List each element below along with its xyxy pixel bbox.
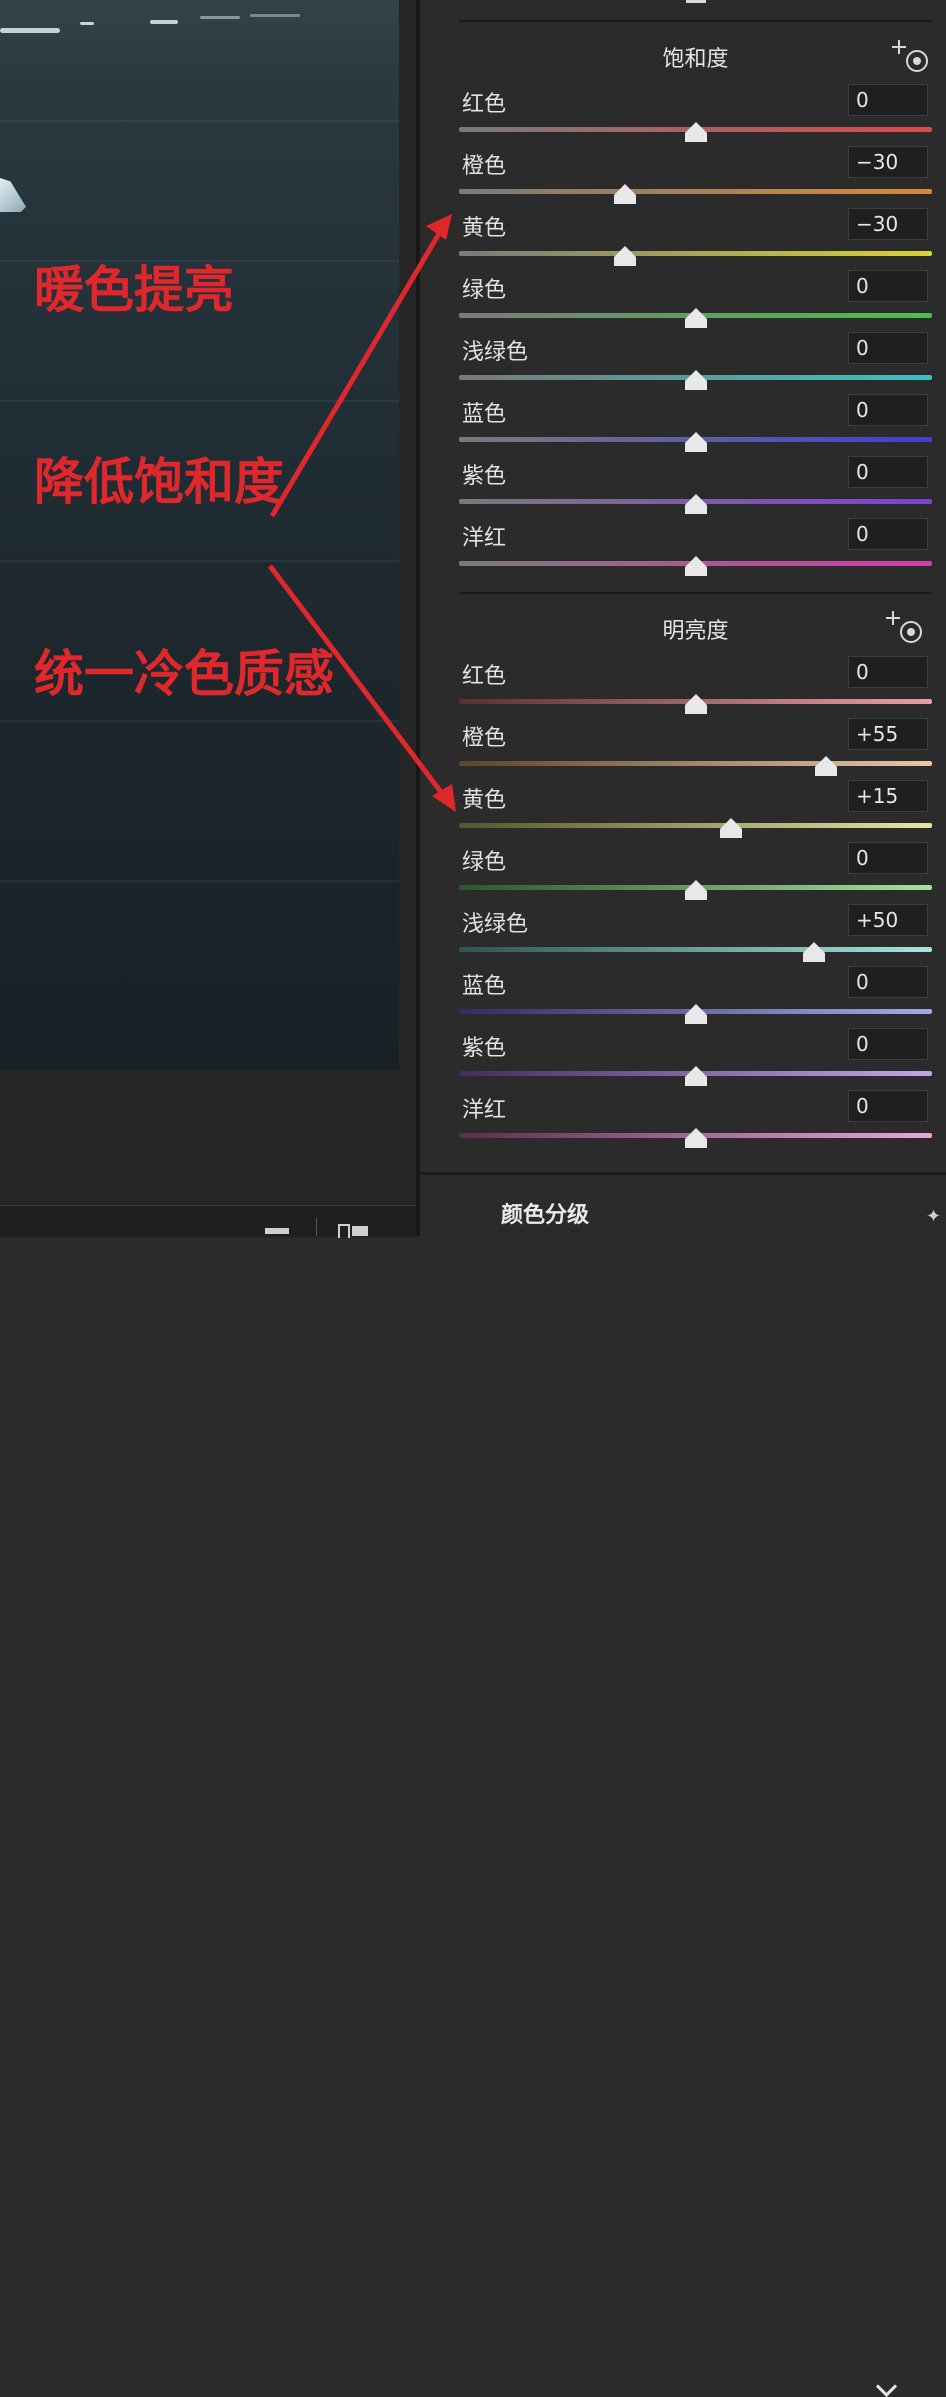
wave-foam (200, 16, 240, 19)
slider-value-input[interactable]: 0 (848, 966, 928, 998)
slider-row: 红色 0 (459, 656, 932, 718)
slider-value-input[interactable]: 0 (848, 1090, 928, 1122)
slider-thumb[interactable] (614, 184, 637, 204)
slider-value-input[interactable]: 0 (848, 84, 928, 116)
luminance-title: 明亮度 (662, 619, 729, 644)
slider-thumb[interactable] (614, 246, 637, 266)
slider-thumb[interactable] (685, 494, 707, 514)
slider-row: 蓝色 0 (459, 966, 932, 1028)
annotation-line: 降低饱和度 (34, 453, 284, 511)
slider-row: 洋红 0 (459, 518, 932, 580)
slider-label: 黄色 (462, 216, 507, 241)
slider-row: 橙色 −30 (459, 146, 932, 208)
slider-row: 绿色 0 (459, 842, 932, 904)
slider-row: 红色 0 (459, 84, 932, 146)
slider-value-input[interactable]: 0 (848, 656, 928, 688)
slider-thumb[interactable] (685, 694, 707, 714)
slider-label: 蓝色 (462, 974, 507, 999)
annotation-line: 统一冷色质感 (34, 645, 334, 703)
iceberg (0, 178, 26, 212)
slider-value-input[interactable]: +50 (848, 904, 928, 936)
slider-value-input[interactable]: −30 (848, 208, 928, 240)
slider-thumb[interactable] (685, 1066, 707, 1086)
slider-value-input[interactable]: 0 (848, 270, 928, 302)
slider-row: 浅绿色 0 (459, 332, 932, 394)
section-divider (459, 592, 932, 594)
toolbar-divider (316, 1218, 317, 1236)
slider-row: 绿色 0 (459, 270, 932, 332)
slider-label: 洋红 (462, 526, 507, 551)
annotation-line: 暖色提亮 (34, 261, 234, 319)
slider-track[interactable] (459, 823, 932, 828)
target-adjust-icon[interactable] (886, 609, 926, 645)
slider-track[interactable] (459, 761, 932, 766)
slider-row: 橙色 +55 (459, 718, 932, 780)
slider-track[interactable] (459, 947, 932, 952)
slider-thumb[interactable] (685, 1128, 707, 1148)
slider-thumb[interactable] (803, 942, 825, 962)
slider-value-input[interactable]: 0 (848, 332, 928, 364)
slider-thumb[interactable] (685, 1004, 707, 1024)
wave-foam (150, 20, 178, 24)
slider-label: 绿色 (462, 850, 507, 875)
slider-label: 浅绿色 (462, 912, 529, 937)
slider-label: 紫色 (462, 1036, 507, 1061)
slider-value-input[interactable]: +15 (848, 780, 928, 812)
slider-thumb[interactable] (685, 122, 707, 142)
slider-track[interactable] (459, 251, 932, 256)
slider-thumb[interactable] (720, 818, 743, 838)
slider-value-input[interactable]: −30 (848, 146, 928, 178)
sparkle-icon: ✦ (926, 1206, 942, 1227)
color-grading-title[interactable]: 颜色分级 (501, 1197, 589, 1229)
slider-label: 红色 (462, 92, 507, 117)
annotation-text: 暖色提亮 降低饱和度 统一冷色质感 (34, 130, 334, 834)
slider-label: 紫色 (462, 464, 507, 489)
slider-thumb[interactable] (814, 756, 837, 776)
slider-value-input[interactable]: 0 (848, 1028, 928, 1060)
slider-thumb[interactable] (685, 880, 707, 900)
minus-icon[interactable] (265, 1228, 289, 1234)
slider-label: 红色 (462, 664, 507, 689)
wave-foam (80, 22, 94, 25)
slider-label: 橙色 (462, 726, 507, 751)
slider-row: 紫色 0 (459, 456, 932, 518)
slider-value-input[interactable]: 0 (848, 456, 928, 488)
slider-track[interactable] (459, 189, 932, 194)
slider-value-input[interactable]: 0 (848, 842, 928, 874)
slider-thumb[interactable] (685, 308, 707, 328)
slider-label: 黄色 (462, 788, 507, 813)
wave-foam (0, 28, 60, 33)
section-divider (459, 20, 932, 22)
slider-label: 蓝色 (462, 402, 507, 427)
chevron-down-icon[interactable] (875, 2375, 898, 2397)
target-adjust-icon[interactable] (892, 38, 932, 74)
slider-value-input[interactable]: 0 (848, 394, 928, 426)
slider-label: 浅绿色 (462, 340, 529, 365)
slider-thumb-partial[interactable] (686, 0, 706, 3)
saturation-title: 饱和度 (662, 47, 729, 72)
slider-row: 浅绿色 +50 (459, 904, 932, 966)
slider-label: 绿色 (462, 278, 507, 303)
compare-view-icon-part[interactable] (352, 1226, 368, 1236)
slider-row: 黄色 −30 (459, 208, 932, 270)
photo-viewport: 暖色提亮 降低饱和度 统一冷色质感 (0, 0, 416, 1236)
slider-value-input[interactable]: 0 (848, 518, 928, 550)
slider-label: 橙色 (462, 154, 507, 179)
wave-foam (250, 14, 300, 17)
slider-thumb[interactable] (685, 432, 707, 452)
slider-thumb[interactable] (685, 556, 707, 576)
slider-thumb[interactable] (685, 370, 707, 390)
slider-row: 洋红 0 (459, 1090, 932, 1152)
slider-row: 紫色 0 (459, 1028, 932, 1090)
slider-row: 蓝色 0 (459, 394, 932, 456)
slider-label: 洋红 (462, 1098, 507, 1123)
slider-row: 黄色 +15 (459, 780, 932, 842)
slider-value-input[interactable]: +55 (848, 718, 928, 750)
